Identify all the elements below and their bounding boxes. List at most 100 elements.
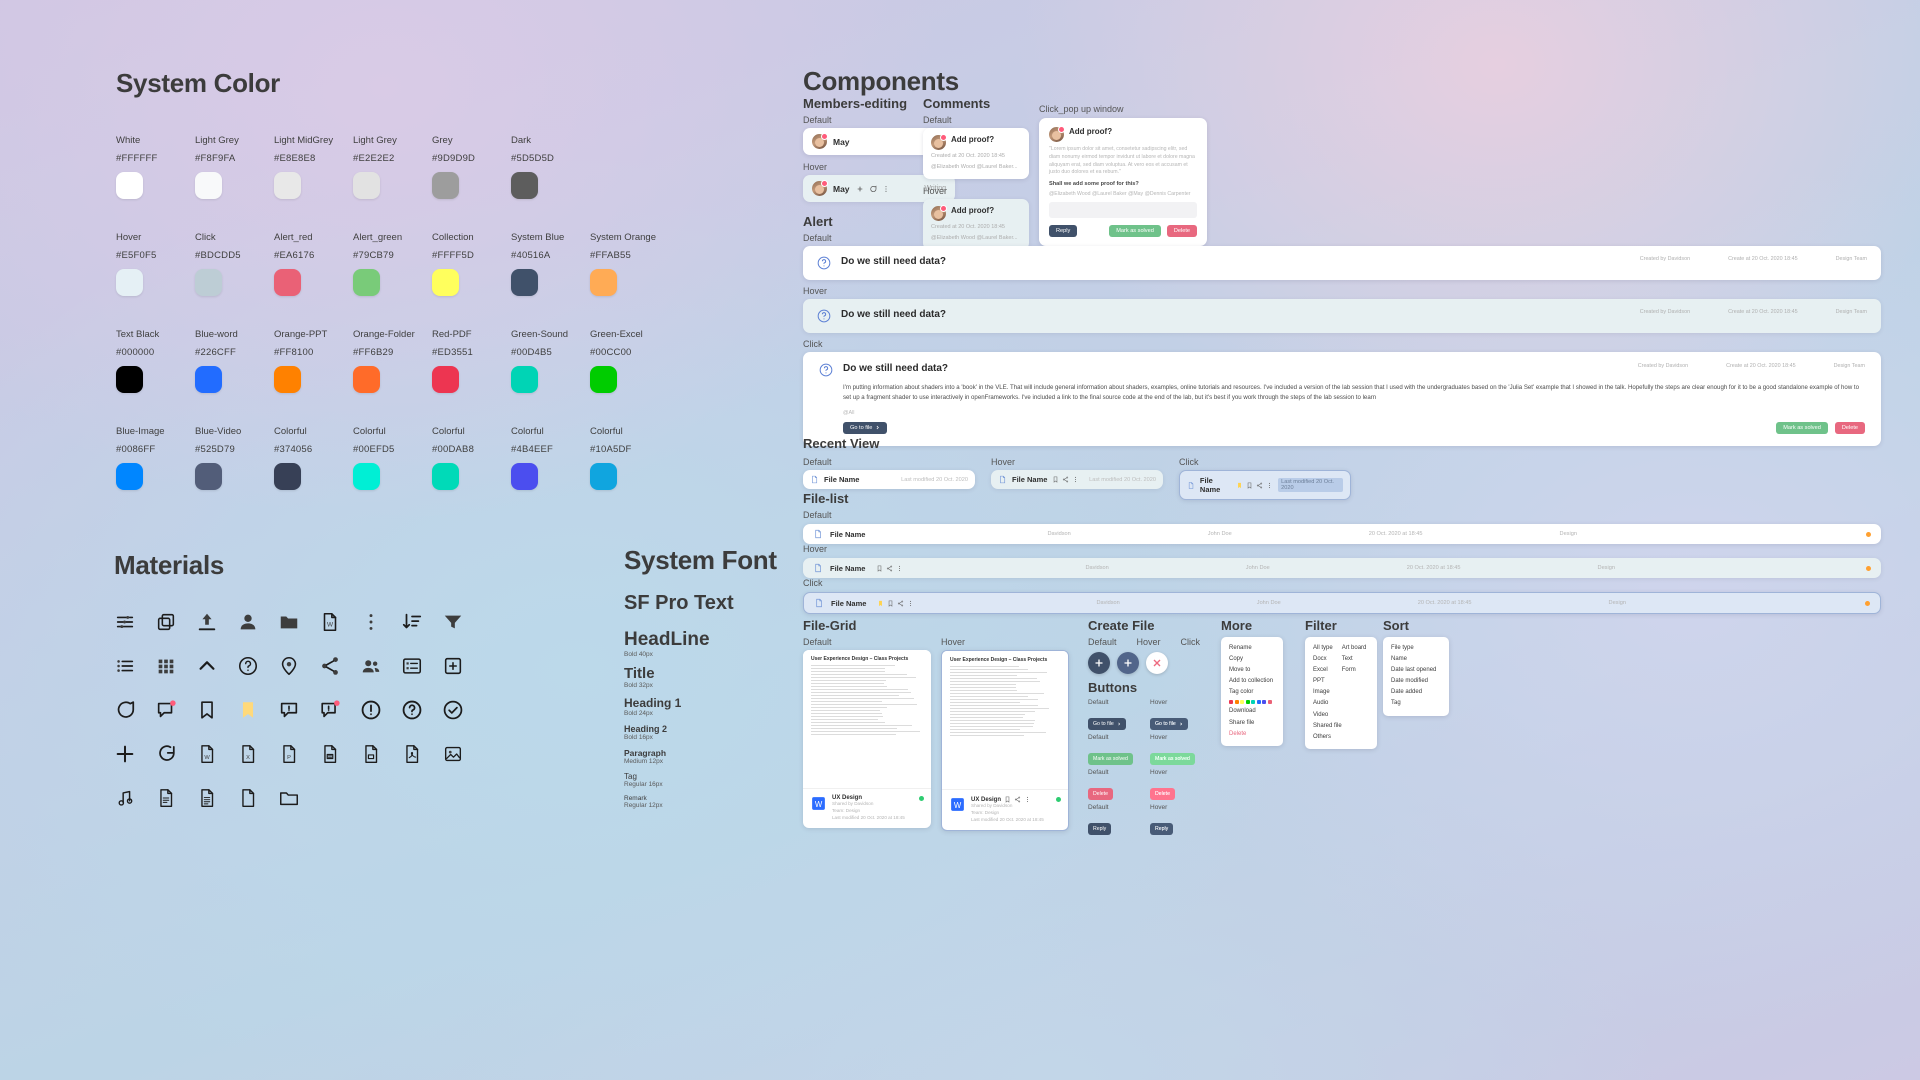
button-default[interactable]: Mark as solved [1088, 753, 1133, 765]
color-swatch[interactable]: Orange-Folder #FF6B29 [353, 329, 432, 393]
tag-color[interactable] [1268, 700, 1272, 704]
button-hover[interactable]: Delete [1150, 788, 1175, 800]
more-menu[interactable]: Rename Copy Move to Add to collection Tag co… [1221, 637, 1283, 746]
filter-menu-item[interactable]: PPT [1313, 676, 1342, 687]
button-default[interactable]: Reply [1088, 823, 1111, 835]
tag-color[interactable] [1229, 700, 1233, 704]
alert-delete-button[interactable]: Delete [1835, 422, 1865, 434]
color-swatch[interactable]: Colorful #374056 [274, 426, 353, 490]
sort-menu-item[interactable]: Tag [1391, 698, 1441, 709]
color-swatch[interactable]: System Orange #FFAB55 [590, 232, 669, 296]
word-file-icon[interactable]: W [319, 611, 341, 633]
more-vertical-icon[interactable] [360, 611, 382, 633]
question-icon[interactable] [401, 699, 423, 721]
sort-menu-item[interactable]: Date added [1391, 687, 1441, 698]
alert-default[interactable]: Do we still need data? Created by Davids… [803, 246, 1881, 280]
color-swatch[interactable]: Text Black #000000 [116, 329, 195, 393]
recent-view-actions[interactable] [1236, 482, 1273, 489]
color-swatch[interactable]: Green-Excel #00CC00 [590, 329, 669, 393]
chat-icon[interactable] [155, 743, 177, 765]
file-grid-card[interactable]: User Experience Design – Class Projects W… [941, 650, 1069, 831]
color-swatch[interactable]: Light Grey #E2E2E2 [353, 135, 432, 199]
color-swatch[interactable]: Blue-word #226CFF [195, 329, 274, 393]
filter-menu-item[interactable]: Excel [1313, 665, 1342, 676]
file-list-actions[interactable] [876, 565, 903, 572]
comment-card-default[interactable]: Add proof? Created at 20 Oct. 2020 18:45… [923, 128, 1029, 179]
color-swatch[interactable]: System Blue #40516A [511, 232, 590, 296]
more-menu-item[interactable]: Copy [1229, 654, 1275, 665]
color-swatch[interactable]: Dark #5D5D5D [511, 135, 590, 199]
sort-menu[interactable]: File type Name Date last opened Date modifi… [1383, 637, 1449, 716]
color-swatch[interactable]: Hover #E5F0F5 [116, 232, 195, 296]
grid-icon[interactable] [155, 655, 177, 677]
folder-icon[interactable] [278, 611, 300, 633]
color-swatch[interactable]: White #FFFFFF [116, 135, 195, 199]
more-menu-item[interactable]: Add to collection [1229, 676, 1275, 687]
color-swatch[interactable]: Colorful #00EFD5 [353, 426, 432, 490]
tag-color-swatches[interactable] [1229, 700, 1275, 704]
upload-icon[interactable] [196, 611, 218, 633]
list-icon[interactable] [114, 655, 136, 677]
help-circle-icon[interactable] [237, 655, 259, 677]
feedback-icon[interactable] [278, 699, 300, 721]
chevron-up-icon[interactable] [196, 655, 218, 677]
tag-color[interactable] [1246, 700, 1250, 704]
filter-menu-item[interactable]: Image [1313, 687, 1342, 698]
filter-menu-item[interactable]: Text [1342, 654, 1369, 665]
audio-doc-icon[interactable] [114, 787, 136, 809]
file-doc-icon[interactable] [237, 787, 259, 809]
filter-menu-item[interactable]: Shared file [1313, 721, 1342, 732]
alert-click[interactable]: Do we still need data? Created by Davids… [803, 352, 1881, 446]
recent-view-card[interactable]: File Name Last modified 20 Oct. 2020 [803, 470, 975, 489]
tag-color[interactable] [1235, 700, 1239, 704]
button-hover[interactable]: Mark as solved [1150, 753, 1195, 765]
folder-outline-icon[interactable] [278, 787, 300, 809]
tag-color[interactable] [1262, 700, 1266, 704]
file-grid-actions[interactable] [1004, 796, 1031, 803]
more-menu-item[interactable]: Share file [1229, 718, 1275, 729]
bookmark-filled-icon[interactable] [237, 699, 259, 721]
alert-solve-button[interactable]: Mark as solved [1776, 422, 1828, 434]
blank-doc-icon[interactable] [360, 743, 382, 765]
color-swatch[interactable]: Light MidGrey #E8E8E8 [274, 135, 353, 199]
color-swatch[interactable]: Green-Sound #00D4B5 [511, 329, 590, 393]
filter-menu-item[interactable]: Docx [1313, 654, 1342, 665]
more-menu-item[interactable]: Download [1229, 706, 1275, 717]
ppt-doc-icon[interactable]: P [278, 743, 300, 765]
copy-icon[interactable] [155, 611, 177, 633]
color-swatch[interactable]: Alert_red #EA6176 [274, 232, 353, 296]
color-swatch[interactable]: Orange-PPT #FF8100 [274, 329, 353, 393]
create-file-button-hover[interactable] [1117, 652, 1139, 674]
tune-icon[interactable] [114, 611, 136, 633]
recent-view-card[interactable]: File Name Last modified 20 Oct. 2020 [991, 470, 1163, 489]
create-file-button-click[interactable] [1146, 652, 1168, 674]
button-hover[interactable]: Go to file [1150, 718, 1188, 730]
add-box-icon[interactable] [442, 655, 464, 677]
file-list-row[interactable]: File Name Davidson John Doe 20 Oct. 2020 at… [803, 524, 1881, 544]
feedback-dot-icon[interactable] [319, 699, 341, 721]
person-icon[interactable] [237, 611, 259, 633]
check-circle-icon[interactable] [442, 699, 464, 721]
tag-color[interactable] [1257, 700, 1261, 704]
comment-icon[interactable] [114, 699, 136, 721]
pdf-doc-icon[interactable] [401, 743, 423, 765]
alert-goto-file-button[interactable]: Go to file [843, 422, 887, 434]
filter-menu-item[interactable]: Form [1342, 665, 1369, 676]
button-default[interactable]: Go to file [1088, 718, 1126, 730]
filter-menu-item[interactable]: All type [1313, 643, 1342, 654]
plus-icon[interactable] [114, 743, 136, 765]
filter-menu-item[interactable]: Others [1313, 732, 1342, 743]
button-hover[interactable]: Reply [1150, 823, 1173, 835]
color-swatch[interactable]: Blue-Image #0086FF [116, 426, 195, 490]
bookmark-icon[interactable] [196, 699, 218, 721]
file-list-actions[interactable] [877, 600, 914, 607]
lines-doc-icon[interactable] [196, 787, 218, 809]
tag-color[interactable] [1240, 700, 1244, 704]
filter-menu[interactable]: All type Docx Excel PPT Image Audio Video Share… [1305, 637, 1377, 749]
word-doc-icon[interactable]: W [196, 743, 218, 765]
color-swatch[interactable]: Grey #9D9D9D [432, 135, 511, 199]
tag-color[interactable] [1251, 700, 1255, 704]
text-doc-icon[interactable] [319, 743, 341, 765]
color-swatch[interactable]: Blue-Video #525D79 [195, 426, 274, 490]
alert-hover[interactable]: Do we still need data? Created by Davids… [803, 299, 1881, 333]
